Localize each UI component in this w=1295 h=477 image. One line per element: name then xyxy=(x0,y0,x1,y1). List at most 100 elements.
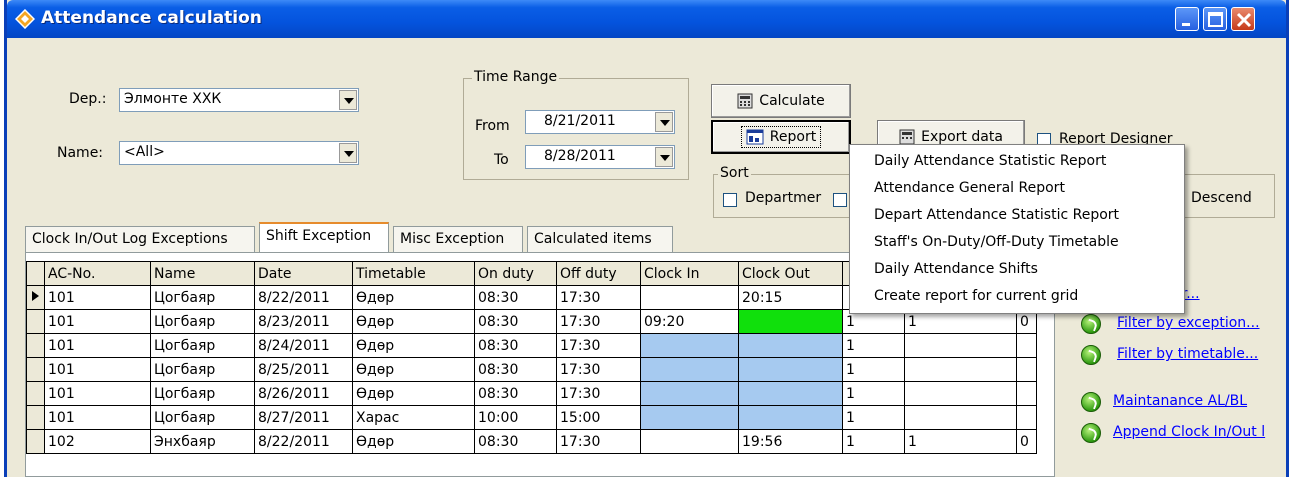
menu-item-staff-timetable[interactable]: Staff's On-Duty/Off-Duty Timetable xyxy=(874,234,1119,250)
menu-item-current-grid[interactable]: Create report for current grid xyxy=(874,288,1078,304)
table-cell[interactable]: 1 xyxy=(842,429,905,454)
column-header[interactable]: Name xyxy=(150,261,255,286)
table-cell[interactable] xyxy=(640,333,739,358)
dep-select[interactable]: Элмонте ХХК xyxy=(119,88,359,112)
table-cell[interactable] xyxy=(904,381,1017,406)
column-header[interactable]: Clock In xyxy=(640,261,739,286)
tab-calculated-items[interactable]: Calculated items xyxy=(527,226,673,252)
table-cell[interactable]: 102 xyxy=(44,429,151,454)
tab-clock-log-exceptions[interactable]: Clock In/Out Log Exceptions xyxy=(25,226,255,252)
menu-item-depart-statistic[interactable]: Depart Attendance Statistic Report xyxy=(874,207,1119,223)
table-cell[interactable] xyxy=(1016,405,1037,430)
table-cell[interactable] xyxy=(640,357,739,382)
table-cell[interactable] xyxy=(904,357,1017,382)
table-cell[interactable] xyxy=(738,333,843,358)
name-select[interactable]: <All> xyxy=(119,141,359,165)
from-date-picker[interactable]: 8/21/2011 xyxy=(525,110,675,134)
append-clock-link[interactable]: Append Clock In/Out l xyxy=(1113,424,1265,440)
table-cell[interactable]: 15:00 xyxy=(556,405,641,430)
report-button[interactable]: Report xyxy=(711,120,851,154)
tab-misc-exception[interactable]: Misc Exception xyxy=(393,226,523,252)
chevron-down-icon[interactable] xyxy=(655,147,673,167)
table-cell[interactable]: 20:15 xyxy=(738,285,843,310)
menu-item-daily-statistic[interactable]: Daily Attendance Statistic Report xyxy=(874,153,1106,169)
table-cell[interactable]: 8/22/2011 xyxy=(254,429,353,454)
table-cell[interactable]: 17:30 xyxy=(556,309,641,334)
table-cell[interactable]: 101 xyxy=(44,357,151,382)
table-cell[interactable]: Цогбаяр xyxy=(150,357,255,382)
table-row[interactable]: 101 Цогбаяр 8/25/2011 Өдөр 08:30 17:30 1 xyxy=(26,357,1037,382)
table-cell[interactable]: 8/23/2011 xyxy=(254,309,353,334)
menu-item-general-report[interactable]: Attendance General Report xyxy=(874,180,1065,196)
table-cell[interactable]: Өдөр xyxy=(352,309,475,334)
minimize-button[interactable] xyxy=(1175,7,1199,31)
title-bar[interactable]: Attendance calculation xyxy=(7,0,1286,38)
table-cell[interactable] xyxy=(738,309,843,334)
table-cell[interactable]: Цогбаяр xyxy=(150,333,255,358)
filter-by-timetable-link[interactable]: Filter by timetable... xyxy=(1117,346,1258,362)
column-header[interactable]: AC-No. xyxy=(44,261,151,286)
maximize-button[interactable] xyxy=(1203,7,1227,31)
maintenance-link[interactable]: Maintanance AL/BL xyxy=(1113,393,1247,409)
sort-checkbox[interactable] xyxy=(833,193,847,207)
table-cell[interactable]: 8/25/2011 xyxy=(254,357,353,382)
table-cell[interactable]: Цогбаяр xyxy=(150,285,255,310)
table-cell[interactable]: Энхбаяр xyxy=(150,429,255,454)
table-cell[interactable]: 8/24/2011 xyxy=(254,333,353,358)
table-cell[interactable]: 101 xyxy=(44,285,151,310)
table-cell[interactable]: Цогбаяр xyxy=(150,381,255,406)
table-cell[interactable]: 101 xyxy=(44,405,151,430)
table-cell[interactable] xyxy=(640,405,739,430)
table-cell[interactable]: 1 xyxy=(842,405,905,430)
table-cell[interactable]: 17:30 xyxy=(556,357,641,382)
table-row[interactable]: 101 Цогбаяр 8/24/2011 Өдөр 08:30 17:30 1 xyxy=(26,333,1037,358)
table-cell[interactable] xyxy=(640,429,739,454)
table-cell[interactable]: 08:30 xyxy=(474,381,557,406)
table-cell[interactable] xyxy=(738,357,843,382)
table-cell[interactable]: 101 xyxy=(44,381,151,406)
table-cell[interactable]: 0 xyxy=(1016,429,1037,454)
table-cell[interactable]: 17:30 xyxy=(556,381,641,406)
table-cell[interactable] xyxy=(904,333,1017,358)
chevron-down-icon[interactable] xyxy=(339,90,357,110)
table-cell[interactable]: 1 xyxy=(842,333,905,358)
column-header[interactable]: Off duty xyxy=(556,261,641,286)
table-cell[interactable] xyxy=(738,381,843,406)
table-cell[interactable]: 1 xyxy=(842,381,905,406)
table-cell[interactable] xyxy=(1016,357,1037,382)
table-row[interactable]: 102 Энхбаяр 8/22/2011 Өдөр 08:30 17:30 1… xyxy=(26,429,1037,454)
table-cell[interactable]: 17:30 xyxy=(556,429,641,454)
table-cell[interactable]: 08:30 xyxy=(474,333,557,358)
table-cell[interactable]: Харас xyxy=(352,405,475,430)
table-cell[interactable]: Цогбаяр xyxy=(150,309,255,334)
table-cell[interactable]: Өдөр xyxy=(352,429,475,454)
table-cell[interactable] xyxy=(904,405,1017,430)
tab-shift-exception[interactable]: Shift Exception xyxy=(259,222,389,252)
calculate-button[interactable]: Calculate xyxy=(711,84,851,118)
table-cell[interactable]: 19:56 xyxy=(738,429,843,454)
column-header[interactable]: Date xyxy=(254,261,353,286)
table-cell[interactable] xyxy=(738,405,843,430)
table-cell[interactable]: 8/27/2011 xyxy=(254,405,353,430)
column-header[interactable]: Clock Out xyxy=(738,261,843,286)
table-cell[interactable] xyxy=(640,285,739,310)
table-cell[interactable] xyxy=(1016,381,1037,406)
table-cell[interactable]: 17:30 xyxy=(556,333,641,358)
table-cell[interactable]: 1 xyxy=(904,429,1017,454)
to-date-picker[interactable]: 8/28/2011 xyxy=(525,145,675,169)
table-cell[interactable]: Өдөр xyxy=(352,333,475,358)
column-header[interactable]: Timetable xyxy=(352,261,475,286)
table-row[interactable]: 101 Цогбаяр 8/26/2011 Өдөр 08:30 17:30 1 xyxy=(26,381,1037,406)
chevron-down-icon[interactable] xyxy=(339,143,357,163)
table-cell[interactable]: 08:30 xyxy=(474,429,557,454)
menu-item-daily-shifts[interactable]: Daily Attendance Shifts xyxy=(874,261,1038,277)
table-cell[interactable]: Өдөр xyxy=(352,285,475,310)
table-cell[interactable]: 09:20 xyxy=(640,309,739,334)
table-cell[interactable]: 8/22/2011 xyxy=(254,285,353,310)
table-cell[interactable]: 101 xyxy=(44,333,151,358)
table-cell[interactable]: 10:00 xyxy=(474,405,557,430)
chevron-down-icon[interactable] xyxy=(655,112,673,132)
table-cell[interactable]: 8/26/2011 xyxy=(254,381,353,406)
table-cell[interactable]: 101 xyxy=(44,309,151,334)
column-header[interactable]: On duty xyxy=(474,261,557,286)
